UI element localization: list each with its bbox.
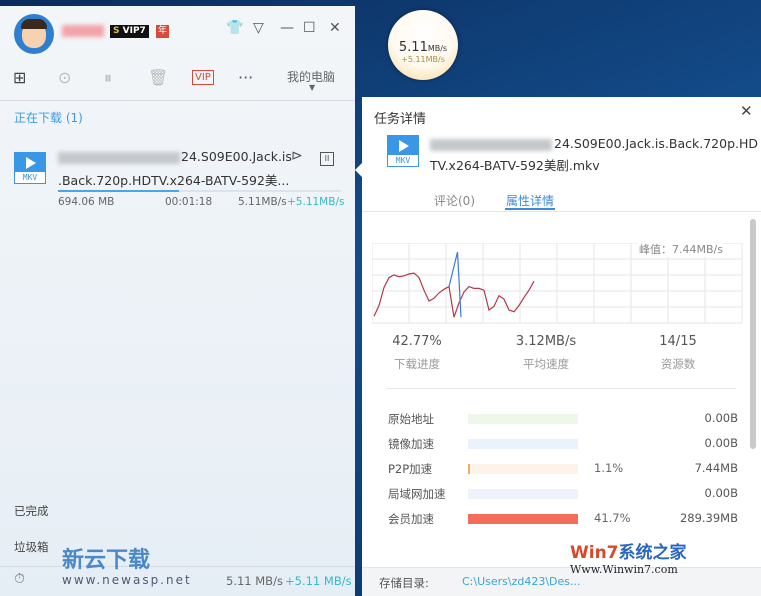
stat-sources: 14/15 资源数 (659, 334, 697, 371)
source-bar (468, 414, 578, 424)
peak-label: 峰值：7.44MB/s (639, 241, 723, 257)
minimize-icon[interactable]: — (280, 20, 294, 36)
source-bar (468, 439, 578, 449)
source-bar (468, 464, 578, 474)
task-name-line1: 24.S09E00.Jack.is (181, 149, 292, 164)
delete-icon[interactable]: 🗑 (148, 68, 168, 87)
task-row[interactable]: MKV 24.S09E00.Jack.is .Back.720p.HDTV.x2… (0, 144, 355, 210)
section-downloading[interactable]: 正在下载 (1) (14, 109, 83, 126)
main-window: S VIP7 年 👕 ▽ — ☐ ✕ ⊞ ⊙ ⏸ 🗑 VIP ··· 我的电脑 … (0, 6, 355, 596)
mkv-file-icon: MKV (387, 135, 419, 167)
pause-icon[interactable]: ⏸ (104, 68, 112, 88)
filename-blurred (430, 139, 552, 151)
storage-footer: 存储目录: C:\Users\zd423\Des... (362, 567, 761, 596)
play-open-icon[interactable]: ⊳ (291, 148, 303, 164)
chevron-down-icon[interactable]: ▼ (309, 83, 315, 92)
divider (386, 388, 736, 389)
source-size: 0.00B (704, 436, 739, 450)
filename-blurred (58, 152, 180, 164)
source-row: P2P加速 1.1% 7.44MB (388, 461, 738, 477)
username-blurred (62, 25, 104, 37)
more-icon[interactable]: ··· (238, 68, 253, 87)
mkv-file-icon: MKV (14, 152, 46, 184)
new-task-icon[interactable]: ⊞ (13, 68, 26, 87)
source-bar (468, 489, 578, 499)
active-tab-indicator (505, 208, 555, 210)
vip-level: VIP7 (122, 26, 146, 36)
detail-name-line2: TV.x264-BATV-592美剧.mkv (430, 158, 600, 173)
source-size: 0.00B (704, 411, 739, 425)
pause-task-icon[interactable]: II (320, 152, 334, 166)
ball-accel: +5.11MB/s (401, 55, 445, 64)
close-icon[interactable]: ✕ (740, 102, 753, 120)
float-speed-ball[interactable]: 5.11MB/s +5.11MB/s (388, 10, 458, 80)
close-icon[interactable]: ✕ (329, 20, 341, 36)
source-name: 镜像加速 (388, 437, 434, 451)
detail-title: 任务详情 (374, 112, 427, 127)
task-detail-panel: 任务详情 ✕ MKV 24.S09E00.Jack.is.Back.720p.H… (355, 97, 761, 596)
pointer-arrow (355, 163, 362, 177)
scrollbar[interactable] (750, 219, 756, 449)
newasp-watermark: 新云下载 www.newasp.net (62, 548, 192, 588)
stat-avg-speed: 3.12MB/s 平均速度 (515, 334, 577, 371)
detail-name-line1: 24.S09E00.Jack.is.Back.720p.HD (554, 136, 758, 151)
stat-progress: 42.77% 下载进度 (392, 334, 442, 371)
source-name: 会员加速 (388, 512, 434, 526)
task-accel-speed: +5.11MB/s (287, 196, 345, 208)
divider (362, 211, 761, 212)
download-series-line (373, 272, 535, 318)
maximize-icon[interactable]: ☐ (303, 20, 316, 36)
vip-badge[interactable]: S VIP7 (110, 25, 149, 38)
ball-unit: MB/s (427, 44, 448, 53)
section-completed[interactable]: 已完成 (14, 503, 49, 519)
menu-icon[interactable]: ▽ (253, 20, 264, 36)
source-bar (468, 514, 578, 524)
timer-icon[interactable]: ⏱ (14, 571, 25, 587)
storage-path-link[interactable]: C:\Users\zd423\Des... (462, 575, 581, 588)
vip-s: S (113, 26, 120, 36)
source-size: 7.44MB (694, 461, 738, 475)
source-size: 0.00B (704, 486, 739, 500)
ball-speed: 5.11 (398, 40, 428, 55)
task-name-line2: .Back.720p.HDTV.x264-BATV-592美... (58, 173, 290, 188)
source-name: 原始地址 (388, 412, 434, 426)
task-speed: 5.11MB/s (238, 196, 287, 208)
avatar[interactable] (14, 14, 54, 54)
vip-icon[interactable]: VIP (192, 70, 214, 85)
source-percent: 41.7% (594, 511, 631, 525)
source-row: 会员加速 41.7% 289.39MB (388, 511, 738, 527)
source-percent: 1.1% (594, 461, 624, 475)
year-badge: 年 (156, 25, 169, 38)
skin-icon[interactable]: 👕 (226, 20, 243, 36)
tab-properties[interactable]: 属性详情 (506, 192, 554, 209)
task-size: 694.06 MB (58, 196, 115, 208)
storage-label: 存储目录: (379, 576, 429, 590)
divider (0, 100, 355, 101)
tab-comments[interactable]: 评论(0) (434, 192, 475, 209)
source-name: P2P加速 (388, 462, 433, 476)
source-row: 原始地址 0.00B (388, 411, 738, 427)
start-icon[interactable]: ⊙ (58, 68, 71, 87)
source-row: 镜像加速 0.00B (388, 436, 738, 452)
task-time-left: 00:01:18 (165, 196, 213, 208)
source-name: 局域网加速 (388, 487, 446, 501)
status-speed: 5.11 MB/s (226, 574, 283, 588)
status-accel: +5.11 MB/s (285, 574, 352, 588)
source-row: 局域网加速 0.00B (388, 486, 738, 502)
source-size: 289.39MB (679, 511, 738, 525)
progress-bar (58, 190, 341, 192)
section-trash[interactable]: 垃圾箱 (14, 539, 49, 555)
winwin7-watermark: Win7系统之家 Www.Winwin7.com (570, 543, 687, 576)
